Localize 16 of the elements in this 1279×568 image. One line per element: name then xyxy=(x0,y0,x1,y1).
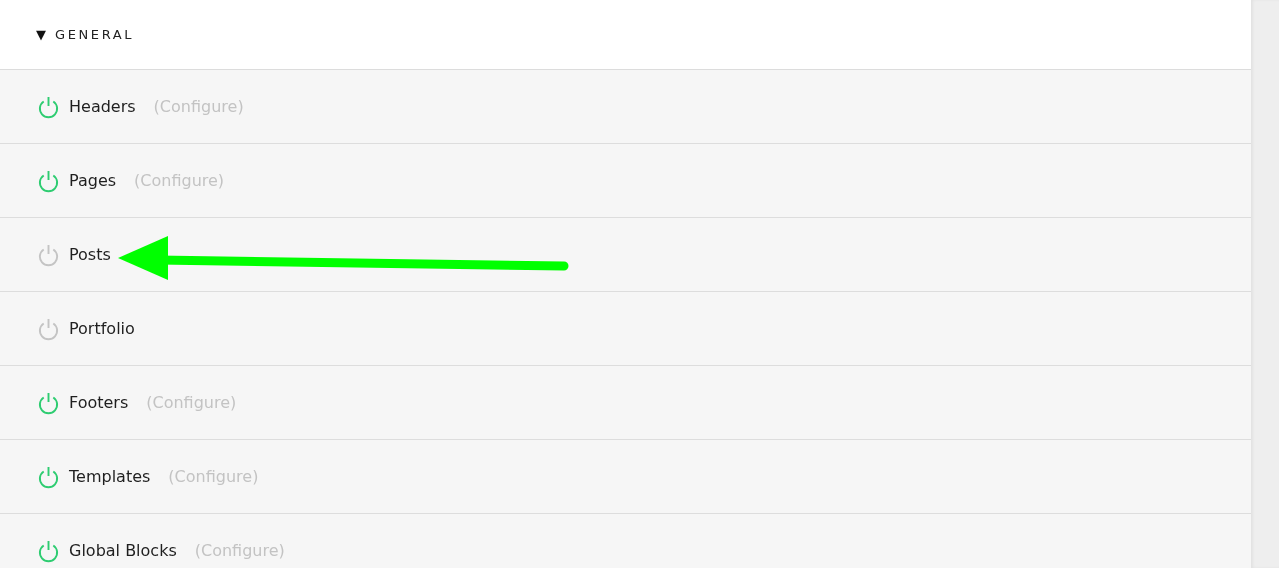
power-icon[interactable] xyxy=(37,94,60,119)
power-icon[interactable] xyxy=(37,316,60,341)
module-name: Global Blocks xyxy=(69,541,177,560)
section-title[interactable]: GENERAL xyxy=(55,27,135,42)
power-icon[interactable] xyxy=(37,538,60,563)
power-icon[interactable] xyxy=(37,464,60,489)
power-icon[interactable] xyxy=(37,168,60,193)
caret-icon[interactable]: ▼ xyxy=(36,27,46,42)
module-name: Pages xyxy=(69,171,117,190)
module-name: Templates xyxy=(69,467,151,486)
module-name: Portfolio xyxy=(69,319,135,338)
module-name: Footers xyxy=(69,393,129,412)
module-name: Headers xyxy=(69,97,136,116)
module-name: Posts xyxy=(69,245,111,264)
power-icon[interactable] xyxy=(37,390,60,415)
power-icon[interactable] xyxy=(37,242,60,267)
